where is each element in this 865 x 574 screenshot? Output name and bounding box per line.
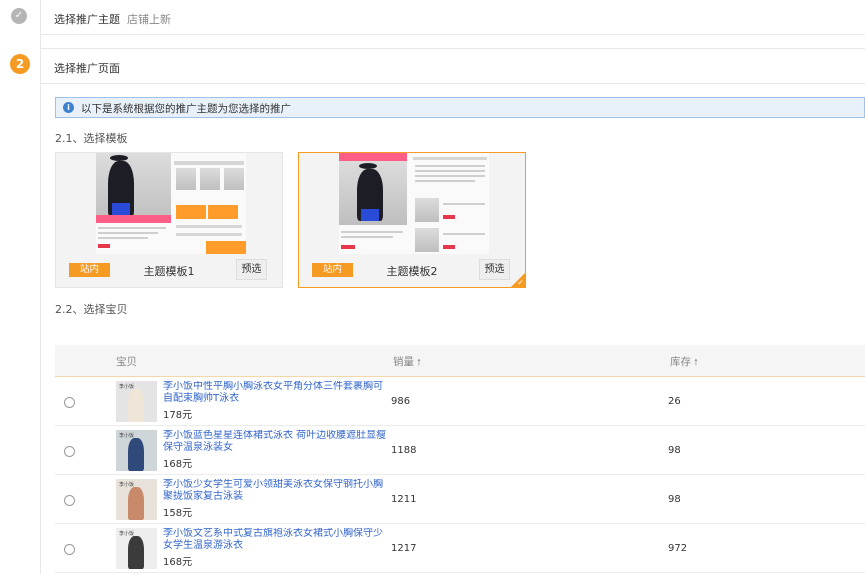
sales-value: 1211 bbox=[391, 494, 417, 505]
step1-title: 选择推广主题 bbox=[54, 13, 120, 26]
section-title-templates: 2.1、选择模板 bbox=[55, 132, 128, 145]
column-header-stock[interactable]: 库存 🠕 bbox=[670, 354, 698, 371]
sort-arrow-icon: 🠕 bbox=[694, 358, 698, 368]
product-thumbnail: 李小饭 bbox=[116, 528, 157, 569]
product-thumbnail: 李小饭 bbox=[116, 430, 157, 471]
row-radio[interactable] bbox=[64, 495, 75, 506]
stock-value: 98 bbox=[668, 445, 681, 456]
template-preview-image bbox=[96, 153, 246, 254]
sales-value: 986 bbox=[391, 396, 411, 407]
template-card-1[interactable]: 站内 主题模板1 预选 bbox=[55, 152, 283, 288]
column-header-item: 宝贝 bbox=[116, 356, 137, 368]
table-row[interactable]: 李小饭 李小饭少女学生可爱小领甜美泳衣女保守钢托小胸聚拢饭家复古泳装 158元 … bbox=[55, 475, 865, 524]
section-title-items: 2.2、选择宝贝 bbox=[55, 303, 128, 316]
row-radio[interactable] bbox=[64, 397, 75, 408]
product-thumbnail: 李小饭 bbox=[116, 381, 157, 422]
step1-header[interactable]: 选择推广主题 店铺上新 bbox=[40, 0, 865, 35]
template-preview-image bbox=[339, 153, 489, 254]
template-footer: 站内 主题模板1 预选 bbox=[56, 253, 282, 287]
product-price: 168元 bbox=[163, 557, 193, 568]
template-footer: 站内 主题模板2 预选 bbox=[299, 253, 525, 287]
step1-subtitle: 店铺上新 bbox=[127, 13, 171, 26]
info-notice: i 以下是系统根据您的推广主题为您选择的推广 bbox=[55, 97, 865, 118]
column-header-sales[interactable]: 销量 🠕 bbox=[393, 354, 421, 371]
checkmark-icon: ✓ bbox=[517, 278, 524, 287]
notice-text: 以下是系统根据您的推广主题为您选择的推广 bbox=[81, 103, 291, 115]
preview-button[interactable]: 预选 bbox=[479, 259, 510, 280]
product-title-link[interactable]: 李小饭中性平胸小胸泳衣女平角分体三件套裹胸可自配束胸帅T泳衣 bbox=[163, 381, 388, 405]
sales-value: 1188 bbox=[391, 445, 417, 456]
product-title-link[interactable]: 李小饭少女学生可爱小领甜美泳衣女保守钢托小胸聚拢饭家复古泳装 bbox=[163, 479, 388, 503]
table-header: 宝贝 销量 🠕 库存 🠕 bbox=[55, 345, 865, 377]
info-icon: i bbox=[63, 102, 74, 113]
column-header-stock-label: 库存 bbox=[670, 356, 691, 368]
step2-title: 选择推广页面 bbox=[54, 62, 120, 75]
template-card-2[interactable]: 站内 主题模板2 预选 ✓ bbox=[298, 152, 526, 288]
product-price: 178元 bbox=[163, 410, 193, 421]
step2-number-badge: 2 bbox=[10, 54, 30, 74]
table-row[interactable]: 李小饭 李小饭中性平胸小胸泳衣女平角分体三件套裹胸可自配束胸帅T泳衣 178元 … bbox=[55, 377, 865, 426]
sales-value: 1217 bbox=[391, 543, 417, 554]
product-thumbnail: 李小饭 bbox=[116, 479, 157, 520]
check-icon: ✓ bbox=[11, 8, 27, 24]
product-price: 158元 bbox=[163, 508, 193, 519]
row-radio[interactable] bbox=[64, 544, 75, 555]
step2-header: 选择推广页面 bbox=[40, 48, 865, 84]
table-row[interactable]: 李小饭 李小饭文艺系中式复古旗袍泳衣女裙式小胸保守少女学生温泉游泳衣 168元 … bbox=[55, 524, 865, 573]
table-row[interactable]: 李小饭 李小饭蓝色星星连体裙式泳衣 荷叶边收腰遮肚显瘦保守温泉泳装女 168元 … bbox=[55, 426, 865, 475]
preview-button[interactable]: 预选 bbox=[236, 259, 267, 280]
product-title-link[interactable]: 李小饭文艺系中式复古旗袍泳衣女裙式小胸保守少女学生温泉游泳衣 bbox=[163, 528, 388, 552]
column-header-sales-label: 销量 bbox=[393, 356, 414, 368]
stock-value: 26 bbox=[668, 396, 681, 407]
product-price: 168元 bbox=[163, 459, 193, 470]
row-radio[interactable] bbox=[64, 446, 75, 457]
stock-value: 972 bbox=[668, 543, 688, 554]
sort-arrow-icon: 🠕 bbox=[417, 358, 421, 368]
stock-value: 98 bbox=[668, 494, 681, 505]
step-rail bbox=[40, 0, 41, 574]
product-title-link[interactable]: 李小饭蓝色星星连体裙式泳衣 荷叶边收腰遮肚显瘦保守温泉泳装女 bbox=[163, 430, 388, 454]
